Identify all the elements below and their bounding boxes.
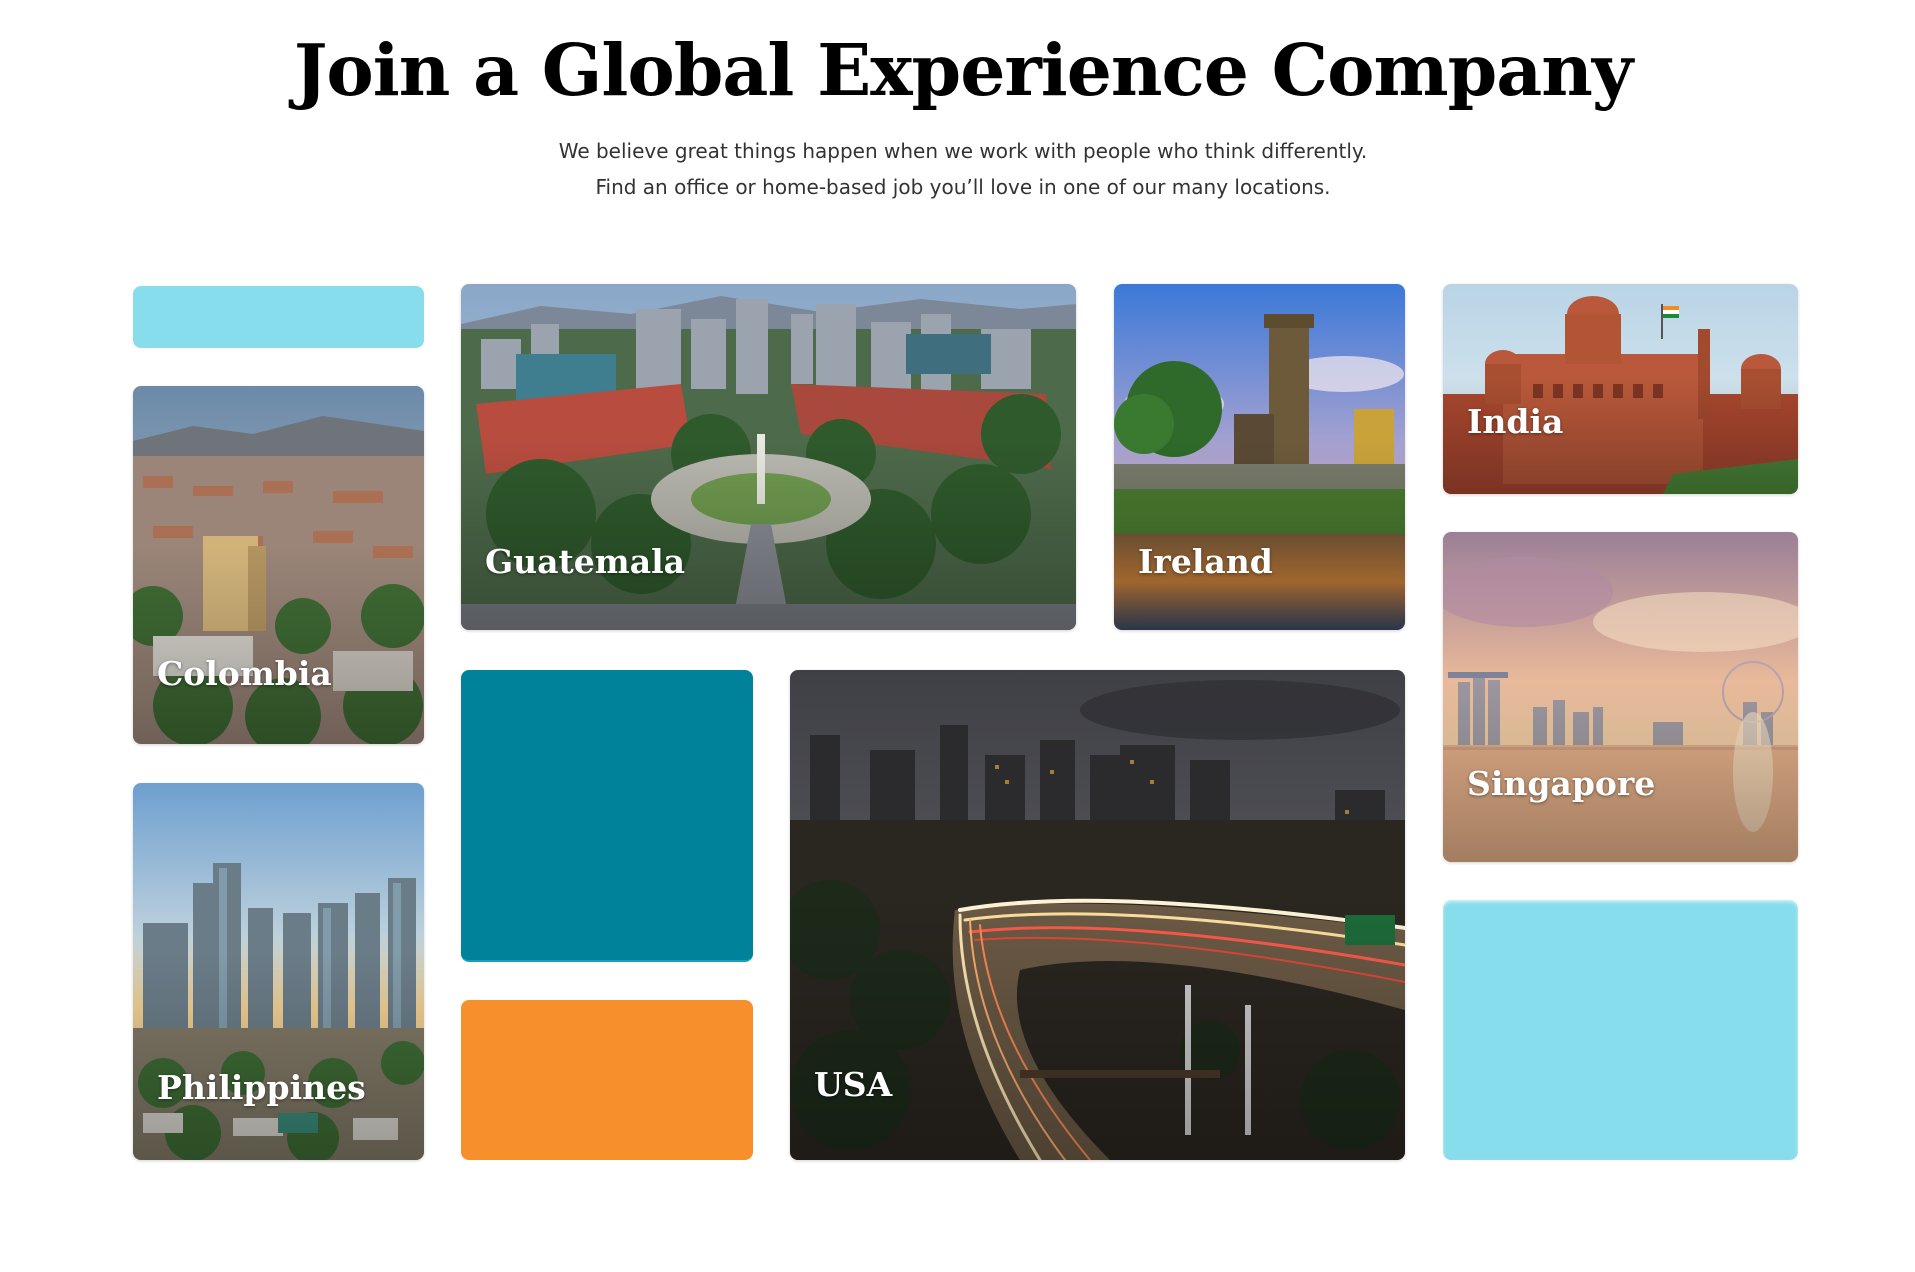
colombia-label: Colombia	[157, 654, 332, 693]
guatemala-label: Guatemala	[485, 542, 686, 581]
usa-label: USA	[814, 1065, 893, 1104]
intro-text: We believe great things happen when we w…	[558, 139, 1368, 199]
page-title: Join a Global Experience Company	[293, 28, 1633, 112]
singapore-label: Singapore	[1467, 764, 1656, 803]
india-image-shade	[1443, 284, 1798, 494]
teal-block	[461, 670, 753, 962]
india-label: India	[1467, 402, 1564, 441]
cyan-block-top-left	[133, 286, 424, 348]
location-card-india[interactable]: India	[1443, 284, 1798, 494]
orange-block	[461, 1000, 753, 1160]
location-card-guatemala[interactable]: Guatemala	[461, 284, 1076, 630]
location-card-usa[interactable]: USA	[790, 670, 1405, 1160]
location-card-singapore[interactable]: Singapore	[1443, 532, 1798, 862]
ireland-label: Ireland	[1138, 542, 1273, 581]
location-card-colombia[interactable]: Colombia	[133, 386, 424, 744]
philippines-label: Philippines	[157, 1068, 366, 1107]
location-card-philippines[interactable]: Philippines	[133, 783, 424, 1160]
cyan-block-bottom-right	[1443, 900, 1798, 1160]
singapore-image-shade	[1443, 532, 1798, 862]
location-card-ireland[interactable]: Ireland	[1114, 284, 1405, 630]
